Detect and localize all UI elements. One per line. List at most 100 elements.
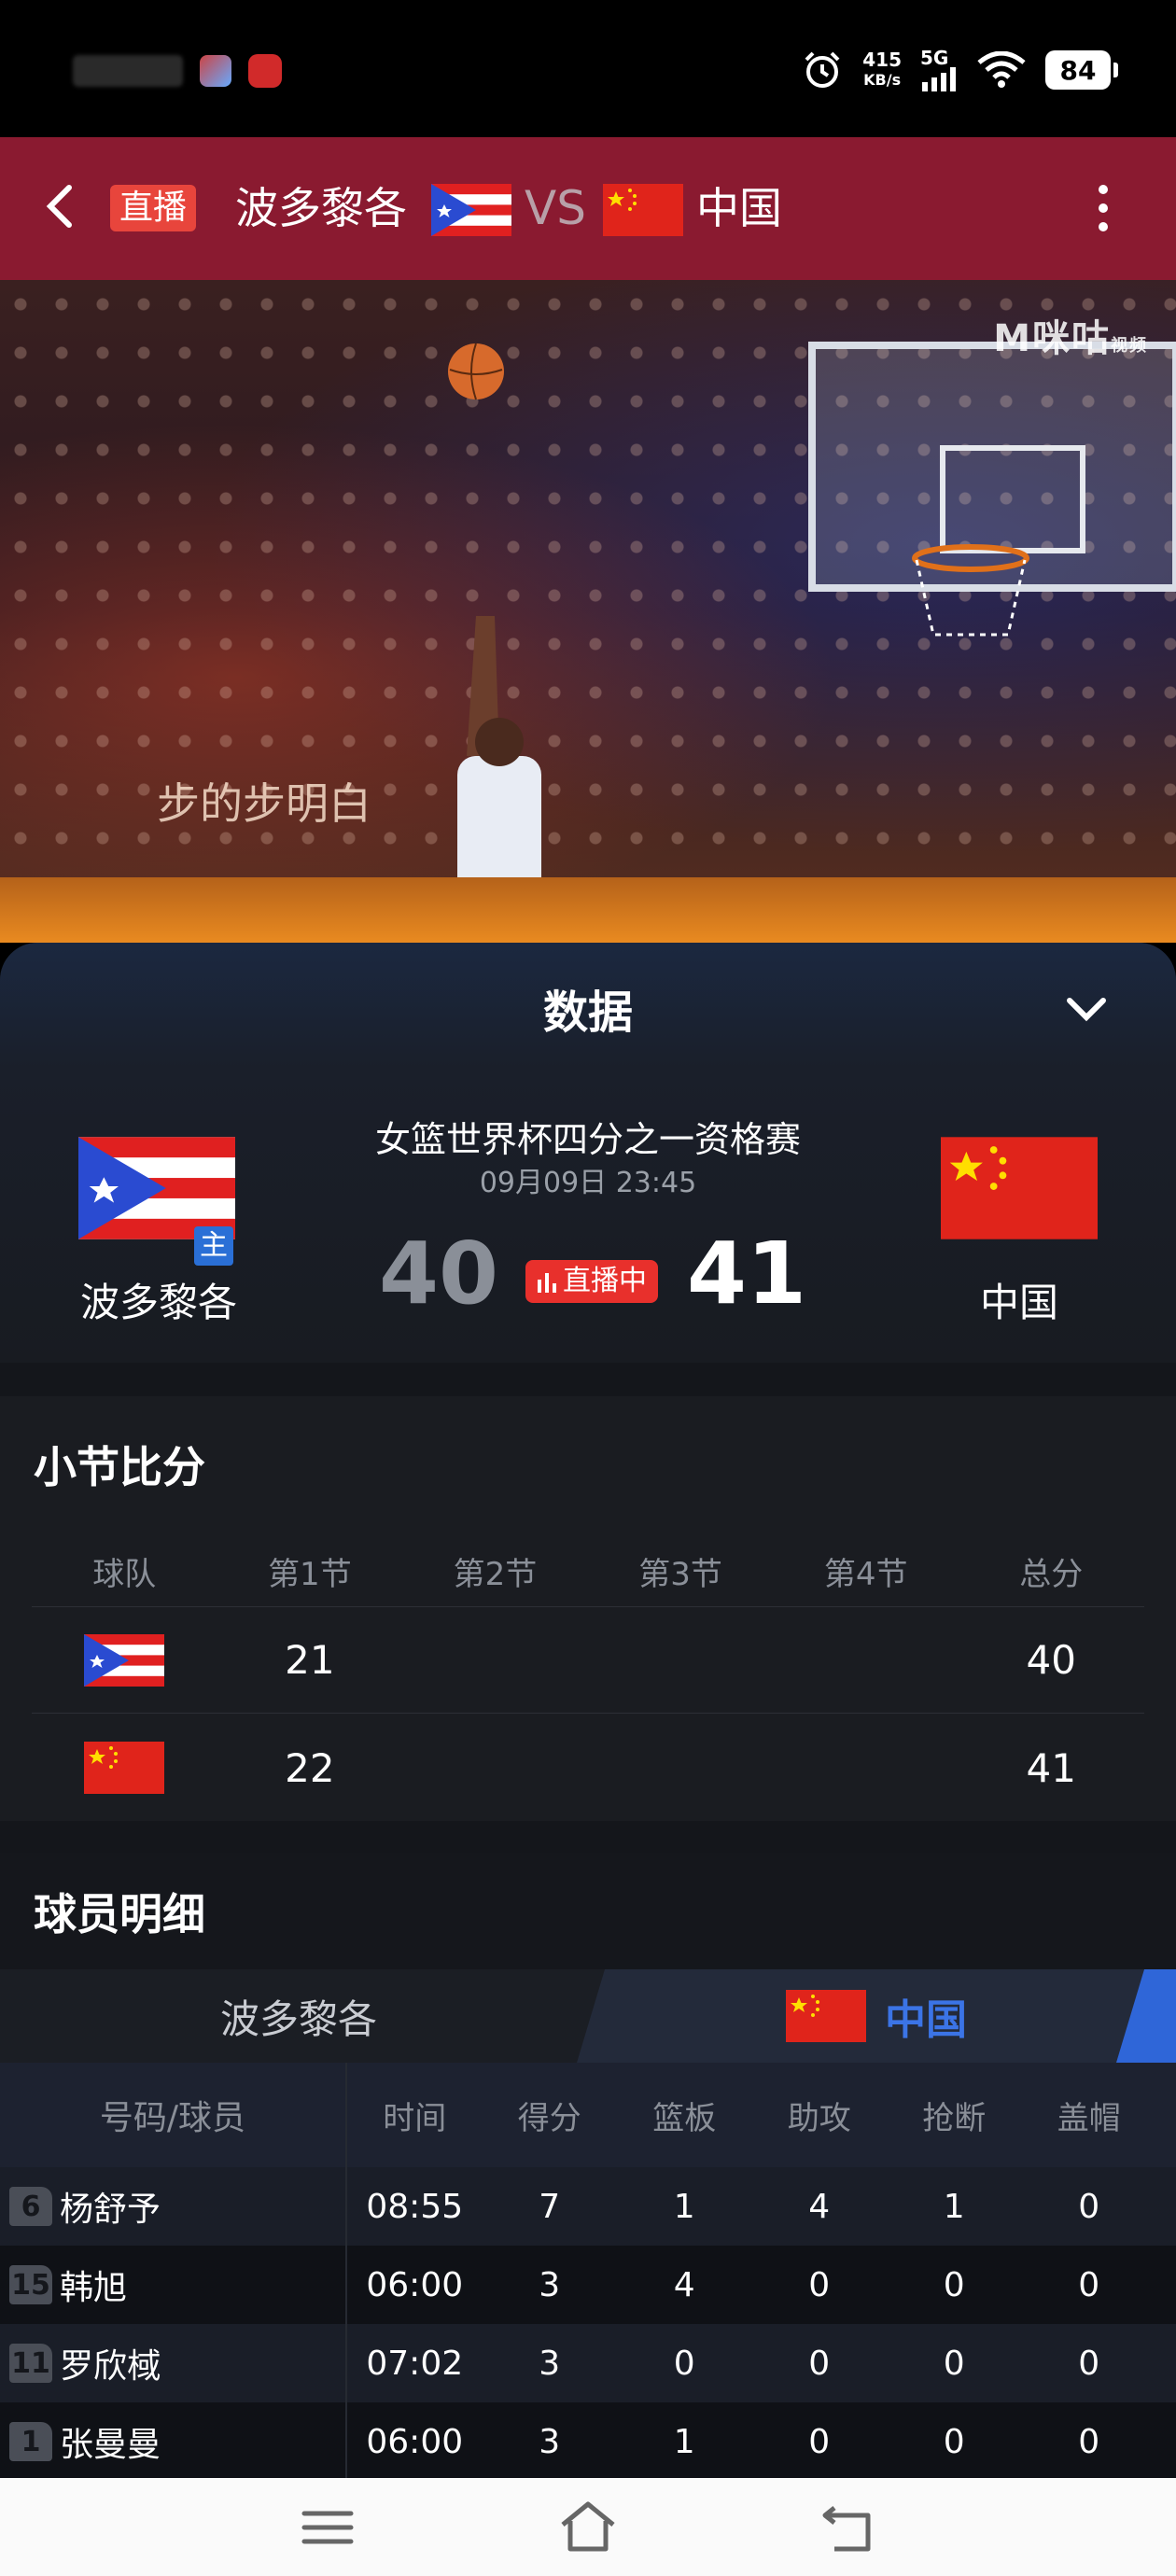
stat-assists: 0 [808, 2344, 831, 2383]
quarter-scores-title: 小节比分 [34, 1442, 205, 1492]
column-header: 第3节 [638, 1556, 722, 1593]
player-cell: 1 张曼曼 [0, 2402, 347, 2478]
data-panel: 数据 主 波多黎各 女篮世界杯四分之一资格赛 09月09日 23:45 40 直… [0, 943, 1176, 2478]
quarter-score: 22 [285, 1744, 335, 1791]
stat-rebounds: 1 [673, 2422, 695, 2461]
china-flag-icon [603, 184, 683, 236]
home-score: 40 [378, 1224, 499, 1323]
wifi-icon [977, 51, 1026, 88]
network-type: 5G [920, 47, 949, 69]
battery-indicator: 84 [1045, 50, 1118, 90]
player-cell: 15 韩旭 [0, 2246, 347, 2324]
back-arrow-icon[interactable] [34, 178, 90, 234]
live-status-badge: 直播中 [525, 1260, 658, 1303]
stat-points: 3 [539, 2422, 561, 2461]
status-bar: 415 KB/s 5G 84 [0, 0, 1176, 137]
stat-steals: 1 [943, 2187, 965, 2226]
column-header: 球队 [92, 1556, 157, 1593]
player-cell: 6 杨舒予 [0, 2167, 347, 2246]
scoreboard: 数据 主 波多黎各 女篮世界杯四分之一资格赛 09月09日 23:45 40 直… [0, 943, 1176, 1363]
column-header: 第4节 [823, 1556, 908, 1593]
total-score: 40 [1026, 1637, 1076, 1683]
stat-assists: 0 [808, 2422, 831, 2461]
quarter-row-home: 21 40 [32, 1607, 1144, 1714]
notification-app-icon [248, 54, 282, 88]
stat-rebounds: 4 [673, 2265, 695, 2304]
player-details-title: 球员明细 [34, 1889, 205, 1939]
header-away-team: 中国 [696, 183, 782, 233]
home-team-name: 波多黎各 [79, 1280, 237, 1325]
match-name: 女篮世界杯四分之一资格赛 [374, 1119, 801, 1160]
stat-time: 06:00 [366, 2265, 464, 2304]
tab-home-team[interactable]: 波多黎各 [0, 1969, 597, 2063]
video-player[interactable]: M咪咕视频 步的步明白 [0, 280, 1176, 943]
column-header: 得分 [517, 2099, 581, 2137]
jersey-number: 11 [9, 2344, 52, 2383]
china-flag-icon [786, 1990, 866, 2042]
stat-assists: 0 [808, 2265, 831, 2304]
chevron-down-icon[interactable] [1058, 982, 1114, 1038]
stat-rebounds: 0 [673, 2344, 695, 2383]
player-name: 罗欣棫 [60, 2347, 161, 2386]
menu-icon[interactable] [295, 2495, 360, 2560]
header-home-team: 波多黎各 [235, 183, 407, 233]
tab-away-label: 中国 [885, 1996, 967, 2044]
table-row[interactable]: 1 张曼曼 06:00 3 1 0 0 0 [0, 2402, 1176, 2478]
puerto-rico-flag-icon [431, 184, 511, 236]
column-header: 第2节 [453, 1556, 538, 1593]
jersey-number: 1 [9, 2422, 52, 2461]
china-flag-icon [941, 1137, 1098, 1239]
watermark-text: M咪咕 [993, 317, 1111, 360]
quarter-row-away: 22 41 [32, 1715, 1144, 1821]
team-tabs: 波多黎各 中国 [0, 1969, 1176, 2063]
column-header: 号码/球员 [0, 2063, 347, 2167]
china-flag-icon [84, 1742, 165, 1794]
table-row[interactable]: 15 韩旭 06:00 3 4 0 0 0 [0, 2246, 1176, 2324]
player-details-section: 球员明细 波多黎各 中国 号码/球员 时间 得分 篮板 助攻 抢断 盖帽 6 杨… [0, 1853, 1176, 2478]
live-status-label: 直播中 [563, 1265, 647, 1297]
back-icon[interactable] [816, 2495, 881, 2560]
video-watermark: M咪咕视频 [993, 308, 1148, 362]
column-header: 助攻 [787, 2099, 851, 2137]
column-header: 抢断 [922, 2099, 987, 2137]
stat-steals: 0 [943, 2422, 965, 2461]
player-stats-table: 号码/球员 时间 得分 篮板 助攻 抢断 盖帽 6 杨舒予 08:55 7 1 … [0, 2063, 1176, 2478]
court-floor [0, 877, 1176, 943]
stat-blocks: 0 [1078, 2344, 1100, 2383]
stat-assists: 4 [808, 2187, 831, 2226]
match-header: 直播 波多黎各 VS 中国 [0, 137, 1176, 280]
match-time: 09月09日 23:45 [479, 1167, 697, 1199]
stat-rebounds: 1 [673, 2187, 695, 2226]
table-row[interactable]: 6 杨舒予 08:55 7 1 4 1 0 [0, 2167, 1176, 2246]
stat-time: 07:02 [366, 2344, 464, 2383]
team-flag-cell [32, 1742, 217, 1794]
quarter-scores-section: 小节比分 球队 第1节 第2节 第3节 第4节 总分 21 40 22 41 [0, 1396, 1176, 1821]
table-row[interactable]: 11 罗欣棫 07:02 3 0 0 0 0 [0, 2324, 1176, 2402]
player-table-header: 号码/球员 时间 得分 篮板 助攻 抢断 盖帽 [0, 2063, 1176, 2167]
bar-chart-icon [538, 1273, 556, 1293]
stat-blocks: 0 [1078, 2265, 1100, 2304]
column-header: 盖帽 [1057, 2099, 1121, 2137]
stat-steals: 0 [943, 2265, 965, 2304]
home-badge: 主 [194, 1226, 233, 1266]
away-score: 41 [686, 1224, 807, 1323]
column-header: 总分 [1019, 1556, 1084, 1593]
player-name: 张曼曼 [60, 2426, 161, 2464]
tab-away-team[interactable]: 中国 [577, 1969, 1176, 2063]
status-right: 415 KB/s 5G 84 [801, 49, 1118, 91]
notification-app-icon [200, 55, 231, 87]
column-header: 时间 [383, 2099, 447, 2137]
home-icon[interactable] [555, 2495, 621, 2560]
total-score: 41 [1026, 1744, 1076, 1791]
speed-value: 415 [862, 49, 902, 71]
live-tag: 直播 [110, 185, 197, 231]
away-team-name: 中国 [979, 1280, 1058, 1325]
signal: 5G [920, 49, 958, 91]
player-name: 杨舒予 [60, 2191, 161, 2229]
stat-time: 06:00 [366, 2422, 464, 2461]
more-options-icon[interactable] [1086, 180, 1120, 236]
column-header: 篮板 [652, 2099, 717, 2137]
player-cell: 11 罗欣棫 [0, 2324, 347, 2402]
team-flag-cell [32, 1633, 217, 1687]
panel-title: 数据 [542, 987, 633, 1039]
